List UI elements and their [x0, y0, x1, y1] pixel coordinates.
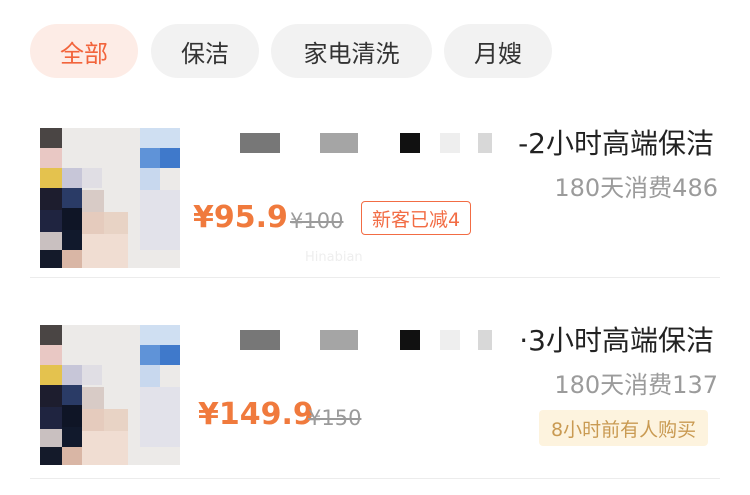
current-price: ¥95.9	[193, 200, 288, 235]
redacted-text	[440, 133, 460, 153]
listing-card[interactable]: -2小时高端保洁 180天消费486 ¥95.9 ¥100 新客已减4	[0, 108, 750, 298]
product-thumbnail	[40, 128, 180, 268]
redacted-text	[320, 133, 358, 153]
current-price: ¥149.9	[198, 397, 314, 432]
tab-cleaning[interactable]: 保洁	[151, 24, 259, 78]
redacted-text	[400, 133, 420, 153]
category-tabs: 全部 保洁 家电清洗 月嫂	[0, 0, 750, 100]
tab-all[interactable]: 全部	[30, 24, 138, 78]
redacted-text	[240, 330, 280, 350]
product-thumbnail	[40, 325, 180, 465]
listing-card[interactable]: ·3小时高端保洁 180天消费137 ¥149.9 ¥150	[0, 305, 750, 495]
listing-title: -2小时高端保洁	[518, 127, 714, 160]
tab-maternity-nanny[interactable]: 月嫂	[444, 24, 552, 78]
divider	[30, 478, 720, 479]
new-customer-discount-badge: 新客已减4	[361, 201, 472, 235]
original-price: ¥150	[308, 406, 362, 430]
redacted-text	[240, 133, 280, 153]
redacted-text	[400, 330, 420, 350]
redacted-text	[478, 133, 492, 153]
redacted-text	[440, 330, 460, 350]
sales-count: 180天消费486	[554, 174, 718, 202]
recent-purchase-badge: 8小时前有人购买	[539, 410, 709, 446]
tab-appliance-cleaning[interactable]: 家电清洗	[271, 24, 432, 78]
watermark: Hinabian	[305, 250, 363, 265]
redacted-text	[478, 330, 492, 350]
listing-title: ·3小时高端保洁	[519, 324, 714, 357]
sales-count: 180天消费137	[554, 371, 718, 399]
original-price: ¥100	[290, 209, 344, 233]
divider	[30, 277, 720, 278]
redacted-text	[320, 330, 358, 350]
